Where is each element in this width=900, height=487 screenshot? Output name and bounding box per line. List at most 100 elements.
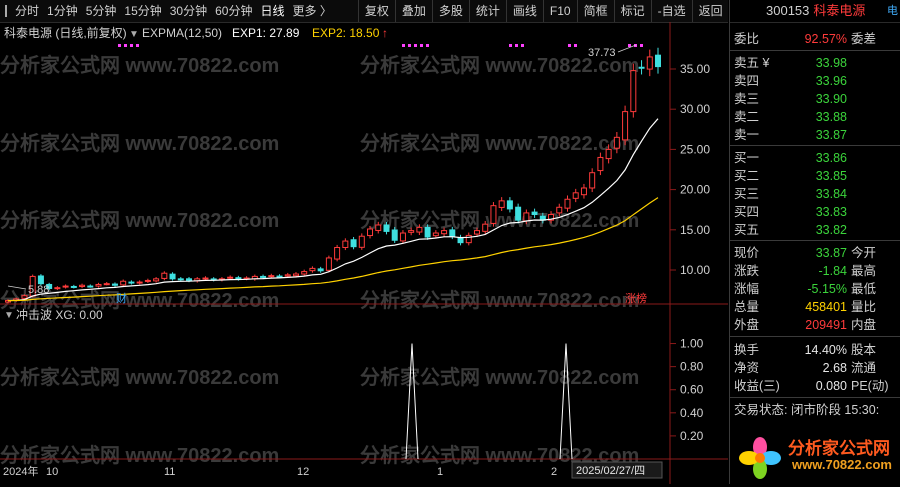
candle-body [21,295,28,299]
bid-row[interactable]: 买一 33.86 [730,149,900,167]
bid-row[interactable]: 买五 33.82 [730,221,900,239]
quote-header: 300153 科泰电源 电 [730,0,900,23]
stat-value: 0.080 [815,379,847,393]
bid-price: 33.86 [815,151,847,165]
bid-row[interactable]: 买二 33.85 [730,167,900,185]
signal-dot [402,44,405,47]
candle-body [638,66,645,69]
fuquan-button[interactable]: 复权 [357,0,395,22]
candle-body [424,226,431,238]
ask-label: 卖一 [734,128,760,142]
status-label: 交易状态: 闭市阶段 15:30: [734,403,880,417]
ask-row[interactable]: 卖五 ¥ 33.98 [730,54,900,72]
weibi-value: 92.57% [804,32,847,46]
simple-frame-button[interactable]: 简框 [576,0,614,22]
candle-body [408,230,415,233]
watermark-text: 分析家公式网 www.70822.com [0,53,279,77]
candle-body [457,237,464,244]
zhangbang-marker: 涨榜 [625,291,647,305]
stat-label: 净资 [734,361,760,375]
bid-row[interactable]: 买三 33.84 [730,185,900,203]
chevron-down-icon[interactable]: ▼ [129,29,139,40]
bid-row[interactable]: 买四 33.83 [730,203,900,221]
period-tab-60min[interactable]: 60分钟 [211,0,256,22]
bid-label: 买一 [734,151,760,165]
ask-row[interactable]: 卖三 33.90 [730,90,900,108]
ask-row[interactable]: 卖四 33.96 [730,72,900,90]
ask-price: 33.88 [815,110,847,124]
signal-dot [574,44,577,47]
stat-right-label: 内盘 [851,318,877,332]
period-tab-1min[interactable]: 1分钟 [43,0,82,22]
exp2-label: EXP2: 18.50 [312,26,380,40]
multi-stock-button[interactable]: 多股 [431,0,469,22]
weicha-label: 委差 [851,32,877,46]
watermark-layer: 分析家公式网 www.70822.com 分析家公式网 www.70822.com… [0,53,639,467]
bid-label: 买四 [734,205,760,219]
y-tick-label: 20.00 [680,183,710,197]
mark-button[interactable]: 标记 [613,0,651,22]
y-tick-label: 10.00 [680,263,710,277]
candle-series [5,47,661,304]
period-tab-30min[interactable]: 30分钟 [166,0,211,22]
candle-body [268,275,275,278]
f10-button[interactable]: F10 [542,0,577,22]
status-row: 交易状态: 闭市阶段 15:30: [730,401,900,419]
watermark-text: 分析家公式网 www.70822.com [360,365,639,389]
stat-right-label: 量比 [851,300,877,314]
stat-label: 总量 [734,300,760,314]
y-tick-label: 35.00 [680,62,710,76]
toolbar: 分时 1分钟 5分钟 15分钟 30分钟 60分钟 日线 更多 〉 复权 叠加 … [0,0,728,23]
candle-body [37,275,44,285]
candle-body [580,187,587,196]
period-tab-fenshi[interactable]: 分时 [11,0,43,22]
period-tab-more[interactable]: 更多 〉 [288,0,335,22]
signal-dot [426,44,429,47]
self-select-button[interactable]: -自选 [650,0,692,22]
signal-dot [420,44,423,47]
chevron-down-icon[interactable]: ▼ [4,310,14,321]
chart-area[interactable]: 分析家公式网 www.70822.com 分析家公式网 www.70822.com… [0,22,728,484]
site-logo: 分析家公式网 www.70822.com [730,430,900,484]
stat-row: 收益(三) 0.080 PE(动) [730,377,900,395]
stat-right-label: 最低 [851,282,877,296]
candle-body [144,279,151,282]
candle-body [531,211,538,216]
stats-button[interactable]: 统计 [468,0,506,22]
signal-dot [568,44,571,47]
period-tab-daily[interactable]: 日线 [256,0,288,22]
sector-tag[interactable]: 电 [887,0,898,22]
kline-chart[interactable]: 分析家公式网 www.70822.com 分析家公式网 www.70822.com… [0,22,728,484]
ask-row[interactable]: 卖一 33.87 [730,126,900,144]
weibi-label: 委比 [734,32,760,46]
candle-body [482,223,489,232]
signal-spikes [405,343,573,460]
back-button[interactable]: 返回 [691,0,729,22]
overlay-button[interactable]: 叠加 [394,0,432,22]
period-tab-5min[interactable]: 5分钟 [82,0,121,22]
period-tab-15min[interactable]: 15分钟 [120,0,165,22]
candle-body [309,267,316,272]
signal-dot [136,44,139,47]
candle-body [416,226,423,233]
candle-body [301,271,308,275]
signal-dot [124,44,127,47]
bid-price: 33.82 [815,223,847,237]
x-label-2024: 2024年 [3,464,38,478]
candle-body [375,224,382,231]
stat-row: 换手 14.40% 股本 [730,341,900,359]
candle-body [630,70,637,113]
bid-label: 买五 [734,223,760,237]
candle-body [506,200,513,210]
stat-value: 33.87 [815,246,847,260]
draw-line-button[interactable]: 画线 [505,0,543,22]
signal-dot [628,44,631,47]
stat-value: -5.15% [807,282,847,296]
ask-label: 卖五 ¥ [734,56,770,70]
ask-row[interactable]: 卖二 33.88 [730,108,900,126]
cursor-date-label: 2025/02/27/四 [576,465,645,477]
square-icon[interactable] [5,5,7,17]
candle-body [564,198,571,209]
ask-label: 卖三 [734,92,760,106]
signal-axis: 1.00 0.80 0.60 0.40 0.20 [670,337,704,443]
